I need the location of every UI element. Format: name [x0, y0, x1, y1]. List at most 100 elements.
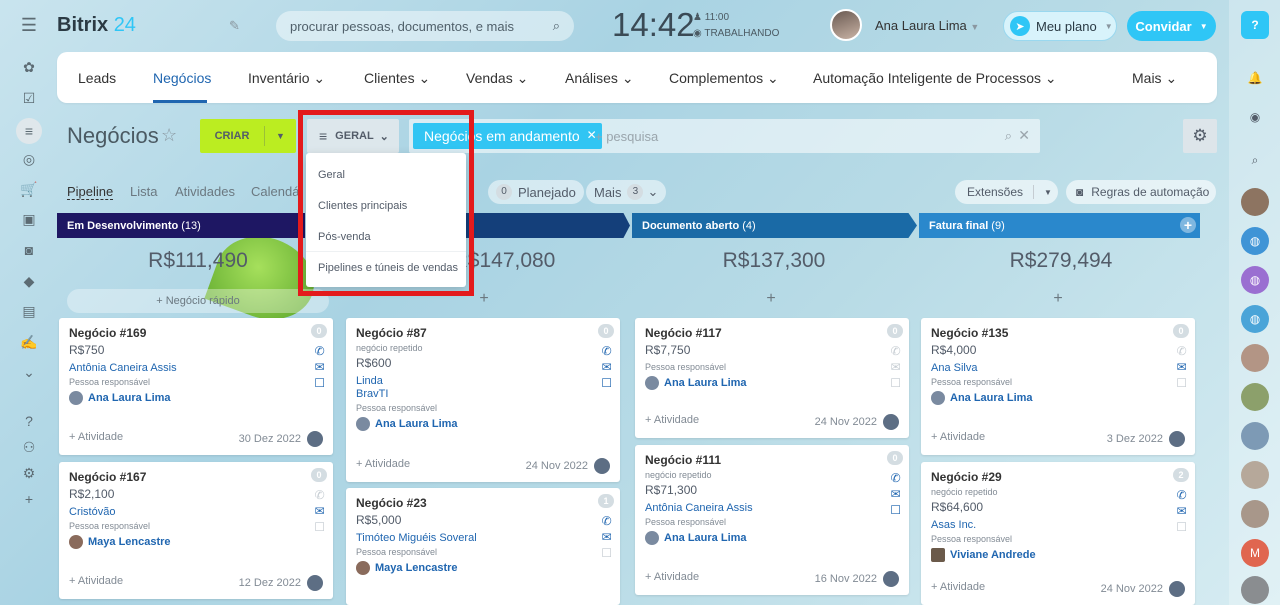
robot-icon[interactable]: ◙ [19, 240, 39, 260]
cart-icon[interactable]: 🛒 [19, 179, 39, 199]
help-icon[interactable]: ? [19, 411, 39, 431]
card-actions[interactable]: ✆ ✉ ☐ [890, 470, 901, 518]
group-chat-icon[interactable]: ◍ [1241, 266, 1269, 294]
my-plan-button[interactable]: ➤ Meu plano ▼ [1003, 11, 1117, 41]
responsible-user[interactable]: Viviane Andrede [931, 548, 1185, 562]
tab-automation[interactable]: Automação Inteligente de Processos ⌄ [813, 70, 1057, 87]
avatar[interactable] [1241, 344, 1269, 372]
more-circle-icon[interactable]: ⌄ [19, 362, 39, 382]
tab-clients[interactable]: Clientes ⌄ [364, 70, 430, 87]
more-counters[interactable]: Mais 3 ⌄ [586, 180, 667, 204]
deal-card[interactable]: 0 ✆ ✉ ☐ Negócio #117 R$7,750 Pessoa respon… [635, 318, 909, 438]
menu-item-after-sale[interactable]: Pós-venda [318, 231, 371, 243]
card-actions[interactable]: ✆ ✉ ☐ [601, 513, 612, 561]
pipeline-selector[interactable]: ≡ GERAL ⌄ [307, 119, 399, 153]
tab-sales[interactable]: Vendas ⌄ [466, 70, 528, 87]
add-activity-link[interactable]: + Atividade [645, 571, 699, 587]
client-link[interactable]: Asas Inc. [931, 519, 1185, 531]
tab-more[interactable]: Mais ⌄ [1132, 70, 1177, 87]
view-activities[interactable]: Atividades [175, 184, 235, 199]
column-header[interactable]: Fatura final (9) + [919, 213, 1200, 238]
chevron-down-icon[interactable]: ▼ [265, 131, 296, 141]
menu-item-main-clients[interactable]: Clientes principais [318, 200, 407, 212]
deal-card[interactable]: 1 ✆ ✉ ☐ Negócio #23 R$5,000 Timóteo Miguéi… [346, 488, 620, 605]
view-list[interactable]: Lista [130, 184, 157, 199]
logo[interactable]: Bitrix 24 [57, 14, 136, 37]
avatar[interactable] [1241, 383, 1269, 411]
search-icon[interactable]: ⌕ [1241, 146, 1269, 174]
menu-item-pipelines[interactable]: Pipelines e túneis de vendas [318, 262, 458, 274]
card-actions[interactable]: ✆ ✉ ☐ [1176, 343, 1187, 391]
add-activity-link[interactable]: + Atividade [69, 431, 123, 447]
client-link[interactable]: Antônia Caneira Assis [69, 362, 323, 374]
sign-icon[interactable]: ✍ [19, 332, 39, 352]
contact-link[interactable]: Linda [356, 375, 610, 387]
create-button[interactable]: CRIAR ▼ [200, 119, 296, 153]
building-icon[interactable]: ▤ [19, 301, 39, 321]
bell-icon[interactable]: 🔔 [1241, 64, 1269, 92]
planned-counter[interactable]: 0 Planejado [488, 180, 584, 204]
user-menu[interactable]: Ana Laura Lima ▼ [875, 18, 979, 33]
group-chat-icon[interactable]: ◍ [1241, 305, 1269, 333]
tab-leads[interactable]: Leads [78, 70, 116, 86]
filter-search-bar[interactable]: Negócios em andamento ✕ + pesquisa ⌕ ✕ [409, 119, 1040, 153]
contact-card-icon[interactable]: ▣ [19, 209, 39, 229]
quick-deal-button[interactable]: + Negócio rápido [67, 289, 329, 313]
search-icon[interactable]: ⌕ [1005, 128, 1012, 144]
add-deal-icon[interactable]: + [640, 290, 902, 308]
add-activity-link[interactable]: + Atividade [931, 581, 985, 597]
client-link[interactable]: Antônia Caneira Assis [645, 502, 899, 514]
responsible-user[interactable]: Maya Lencastre [356, 561, 610, 575]
card-actions[interactable]: ✆ ✉ ☐ [1176, 487, 1187, 535]
deal-card[interactable]: 0 ✆ ✉ ☐ Negócio #167 R$2,100 Cristóvão Pes… [59, 462, 333, 599]
deal-card[interactable]: 0 ✆ ✉ ☐ Negócio #135 R$4,000 Ana Silva Pes… [921, 318, 1195, 455]
tasks-icon[interactable]: ☑ [19, 88, 39, 108]
column-header[interactable] [466, 213, 630, 238]
responsible-user[interactable]: Maya Lencastre [69, 535, 323, 549]
crm-icon[interactable]: ≡ [16, 118, 42, 144]
avatar[interactable] [1241, 188, 1269, 216]
responsible-user[interactable]: Ana Laura Lima [356, 417, 610, 431]
tab-analytics[interactable]: Análises ⌄ [565, 70, 634, 87]
filter-chip[interactable]: Negócios em andamento ✕ [413, 123, 602, 149]
close-icon[interactable]: ✕ [1018, 127, 1030, 144]
group-chat-icon[interactable]: ◍ [1241, 227, 1269, 255]
card-actions[interactable]: ✆ ✉ ☐ [314, 343, 325, 391]
card-actions[interactable]: ✆ ✉ ☐ [601, 343, 612, 391]
workday-status[interactable]: ♟ 11:00 ◉ TRABALHANDO [693, 10, 779, 42]
avatar[interactable] [1241, 422, 1269, 450]
stream-icon[interactable]: ✿ [19, 57, 39, 77]
pencil-icon[interactable]: ✎ [229, 18, 240, 34]
tab-inventory[interactable]: Inventário ⌄ [248, 70, 325, 87]
responsible-user[interactable]: Ana Laura Lima [69, 391, 323, 405]
deal-card[interactable]: 0 ✆ ✉ ☐ Negócio #111 negócio repetido R$71… [635, 445, 909, 595]
deal-card[interactable]: 0 ✆ ✉ ☐ Negócio #169 R$750 Antônia Caneira… [59, 318, 333, 455]
client-link[interactable]: Ana Silva [931, 362, 1185, 374]
add-activity-link[interactable]: + Atividade [931, 431, 985, 447]
company-link[interactable]: BravTI [356, 388, 610, 400]
box-icon[interactable]: ◆ [19, 271, 39, 291]
add-activity-link[interactable]: + Atividade [356, 458, 410, 474]
avatar[interactable] [1241, 500, 1269, 528]
avatar[interactable] [1241, 461, 1269, 489]
column-header[interactable]: Documento aberto (4) [632, 213, 917, 238]
help-icon[interactable]: ? [1241, 11, 1269, 39]
avatar[interactable] [1241, 576, 1269, 604]
column-header[interactable]: Em Desenvolvimento (13) [57, 213, 305, 238]
user-avatar[interactable] [830, 9, 862, 41]
search-input[interactable]: procurar pessoas, documentos, e mais ⌕ [276, 11, 574, 41]
menu-icon[interactable]: ☰ [19, 15, 39, 35]
view-pipeline[interactable]: Pipeline [67, 184, 114, 200]
invite-button[interactable]: Convidar ▼ [1127, 11, 1216, 41]
org-chart-icon[interactable]: ⚇ [19, 437, 39, 457]
client-link[interactable]: Cristóvão [69, 506, 323, 518]
tab-deals[interactable]: Negócios [153, 70, 211, 86]
automation-rules-button[interactable]: ◙ Regras de automação [1066, 180, 1216, 204]
responsible-user[interactable]: Ana Laura Lima [645, 531, 899, 545]
add-icon[interactable]: + [19, 489, 39, 509]
client-link[interactable]: Timóteo Miguéis Soveral [356, 532, 610, 544]
extensions-button[interactable]: Extensões ▼ [955, 180, 1058, 204]
card-actions[interactable]: ✆ ✉ ☐ [890, 343, 901, 391]
target-icon[interactable]: ◎ [19, 149, 39, 169]
add-activity-link[interactable]: + Atividade [645, 414, 699, 430]
